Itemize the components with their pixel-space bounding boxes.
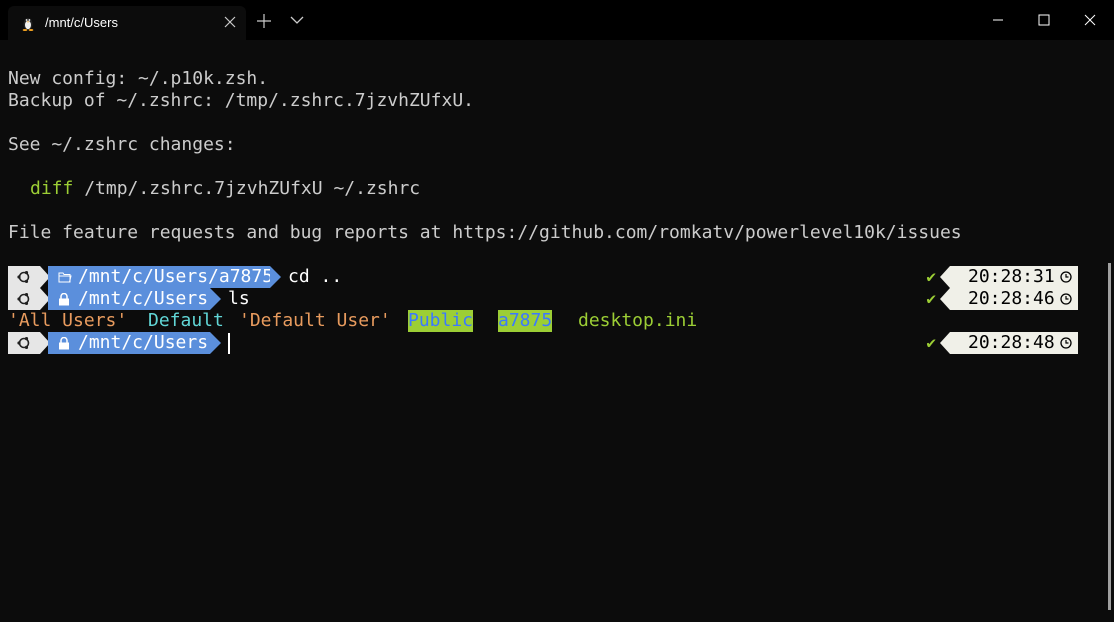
maximize-button[interactable] (1021, 0, 1067, 40)
clock-icon (1060, 271, 1072, 283)
right-prompt: ✔ 20:28:46 (926, 288, 1078, 310)
ubuntu-icon (17, 293, 30, 305)
linux-penguin-icon (20, 15, 36, 31)
new-tab-button[interactable] (254, 0, 276, 40)
output-line: See ~/.zshrc changes: (8, 134, 236, 155)
diff-command-line: diff /tmp/.zshrc.7jzvhZUfxU ~/.zshrc (8, 178, 420, 200)
directory-entry: 'Default User' (239, 310, 391, 331)
lock-icon (59, 293, 69, 306)
path-text: /mnt/c/Users (78, 332, 209, 353)
time-segment: 20:28:46 (950, 288, 1078, 310)
directory-entry: Default (148, 310, 224, 331)
minimize-icon (993, 19, 1003, 21)
directory-entry: desktop.ini (578, 310, 698, 331)
ubuntu-icon (17, 337, 30, 349)
close-window-button[interactable] (1067, 0, 1113, 40)
output-line: Backup of ~/.zshrc: /tmp/.zshrc.7jzvhZUf… (8, 90, 474, 111)
status-ok-icon: ✔ (926, 267, 936, 286)
time-text: 20:28:31 (968, 266, 1055, 287)
time-text: 20:28:48 (968, 332, 1055, 353)
command-text: cd .. (288, 266, 343, 287)
close-icon (1084, 14, 1096, 26)
maximize-icon (1038, 14, 1050, 26)
right-prompt: ✔ 20:28:31 (926, 266, 1078, 288)
path-segment: /mnt/c/Users (48, 332, 210, 354)
path-text: /mnt/c/Users (78, 288, 209, 309)
directory-entry: 'All Users' (8, 310, 128, 331)
status-ok-icon: ✔ (926, 333, 936, 352)
ubuntu-icon (17, 271, 30, 283)
ls-output-line: 'All Users' Default 'Default User' Publi… (8, 310, 1098, 332)
text-cursor (228, 333, 230, 354)
output-line: New config: ~/.p10k.zsh. (8, 68, 269, 89)
diff-args: /tmp/.zshrc.7jzvhZUfxU ~/.zshrc (73, 178, 421, 199)
directory-entry: a7875 (498, 310, 553, 332)
tab-terminal[interactable]: /mnt/c/Users (8, 6, 246, 40)
tab-title: /mnt/c/Users (45, 15, 118, 30)
clock-icon (1060, 293, 1072, 305)
folder-icon (58, 272, 72, 283)
terminal-area[interactable]: New config: ~/.p10k.zsh. Backup of ~/.zs… (0, 40, 1114, 622)
path-segment: /mnt/c/Users/a7875 (48, 266, 274, 288)
path-text: /mnt/c/Users/a7875 (78, 266, 274, 287)
status-ok-icon: ✔ (926, 289, 936, 308)
time-segment: 20:28:48 (950, 332, 1078, 354)
path-segment: /mnt/c/Users (48, 288, 210, 310)
time-segment: 20:28:31 (950, 266, 1078, 288)
right-prompt: ✔ 20:28:48 (926, 332, 1078, 354)
close-tab-icon[interactable] (222, 14, 238, 30)
scrollbar[interactable] (1108, 263, 1111, 610)
lock-icon (59, 337, 69, 350)
clock-icon (1060, 337, 1072, 349)
command-text: ls (228, 288, 250, 309)
plus-icon (257, 14, 271, 28)
output-line: File feature requests and bug reports at… (8, 222, 962, 243)
os-segment (8, 266, 40, 288)
time-text: 20:28:46 (968, 288, 1055, 309)
title-bar: /mnt/c/Users (0, 0, 1114, 40)
chevron-down-icon (290, 16, 304, 24)
os-segment (8, 288, 40, 310)
minimize-button[interactable] (975, 0, 1021, 40)
directory-entry: Public (408, 310, 474, 332)
os-segment (8, 332, 40, 354)
profile-dropdown-button[interactable] (288, 0, 308, 40)
diff-command: diff (30, 178, 74, 199)
